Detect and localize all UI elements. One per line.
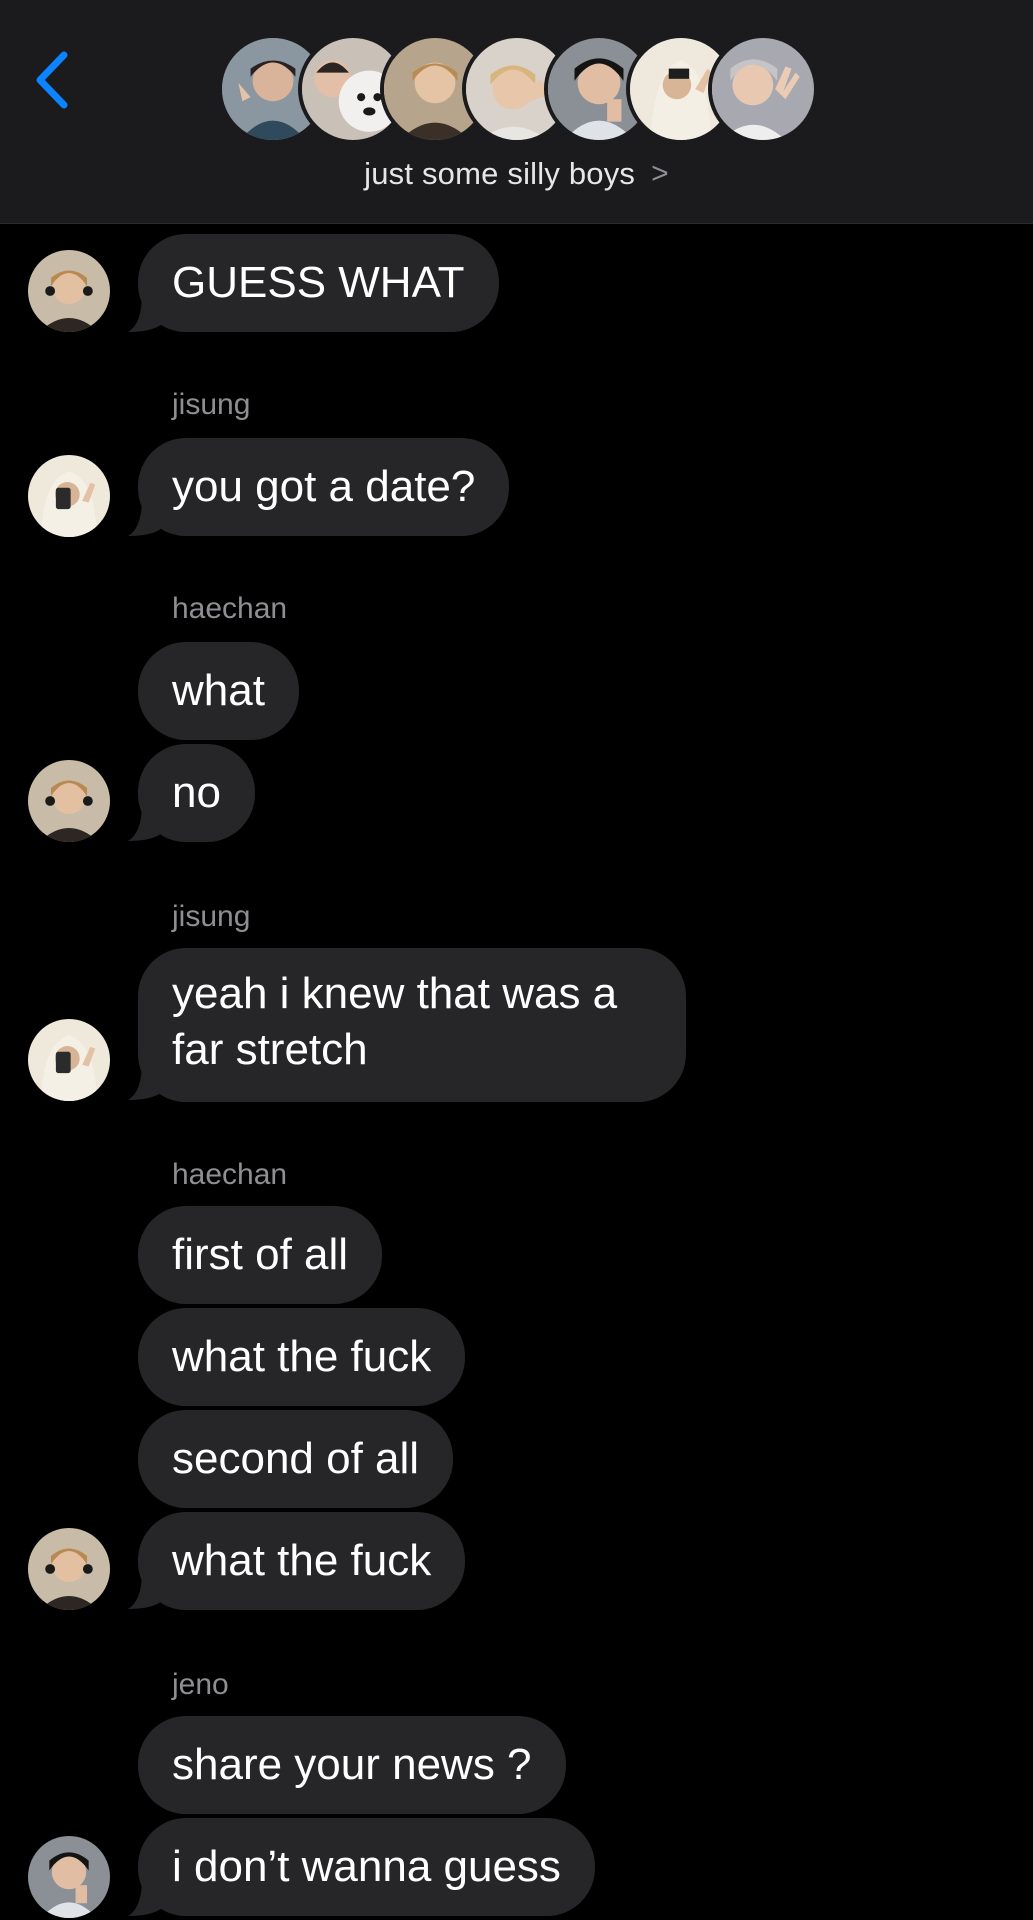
message-text: you got a date? <box>172 462 476 511</box>
chat-header: just some silly boys > <box>0 0 1033 224</box>
chevron-left-icon <box>36 51 68 109</box>
message-text: second of all <box>172 1434 420 1483</box>
message-bubble[interactable]: second of all <box>138 1410 454 1508</box>
message-text-line: far stretch <box>172 1025 368 1074</box>
message-bubble[interactable]: i don’t wanna guess <box>138 1818 595 1916</box>
message-bubble[interactable]: yeah i knew that was a far stretch <box>138 948 686 1102</box>
sender-avatar[interactable] <box>28 1836 110 1918</box>
message-bubble[interactable]: you got a date? <box>138 438 510 536</box>
message-bubble[interactable]: share your news ? <box>138 1716 566 1814</box>
sender-avatar[interactable] <box>28 250 110 332</box>
message-bubble[interactable]: what the fuck <box>138 1512 466 1610</box>
group-name-button[interactable]: just some silly boys > <box>0 156 1033 192</box>
sender-avatar[interactable] <box>28 760 110 842</box>
chat-screen: just some silly boys > GUESS WHAT jisung… <box>0 0 1033 1920</box>
group-member-avatar <box>708 34 818 144</box>
message-bubble[interactable]: what the fuck <box>138 1308 466 1406</box>
message-bubble[interactable]: GUESS WHAT <box>138 234 499 332</box>
message-text: share your news ? <box>172 1740 532 1789</box>
message-text: no <box>172 768 221 817</box>
back-button[interactable] <box>28 44 76 116</box>
chevron-right-icon: > <box>651 157 669 190</box>
message-bubble[interactable]: first of all <box>138 1206 383 1304</box>
sender-avatar[interactable] <box>28 1528 110 1610</box>
group-name: just some silly boys <box>364 156 636 191</box>
sender-avatar[interactable] <box>28 455 110 537</box>
sender-name: jisung <box>172 388 251 421</box>
sender-avatar[interactable] <box>28 1019 110 1101</box>
message-bubble[interactable]: what <box>138 642 299 740</box>
message-text: what <box>172 666 265 715</box>
sender-name: haechan <box>172 1158 288 1191</box>
message-text: what the fuck <box>172 1332 432 1381</box>
message-text: i don’t wanna guess <box>172 1842 561 1891</box>
message-text: GUESS WHAT <box>172 258 465 307</box>
message-text-line: yeah i knew that was a <box>172 969 618 1018</box>
sender-name: haechan <box>172 592 288 625</box>
message-bubble[interactable]: no <box>138 744 255 842</box>
sender-name: jeno <box>172 1668 229 1701</box>
message-text: what the fuck <box>172 1536 432 1585</box>
sender-name: jisung <box>172 900 251 933</box>
message-text: first of all <box>172 1230 349 1279</box>
group-avatars[interactable] <box>218 34 818 144</box>
